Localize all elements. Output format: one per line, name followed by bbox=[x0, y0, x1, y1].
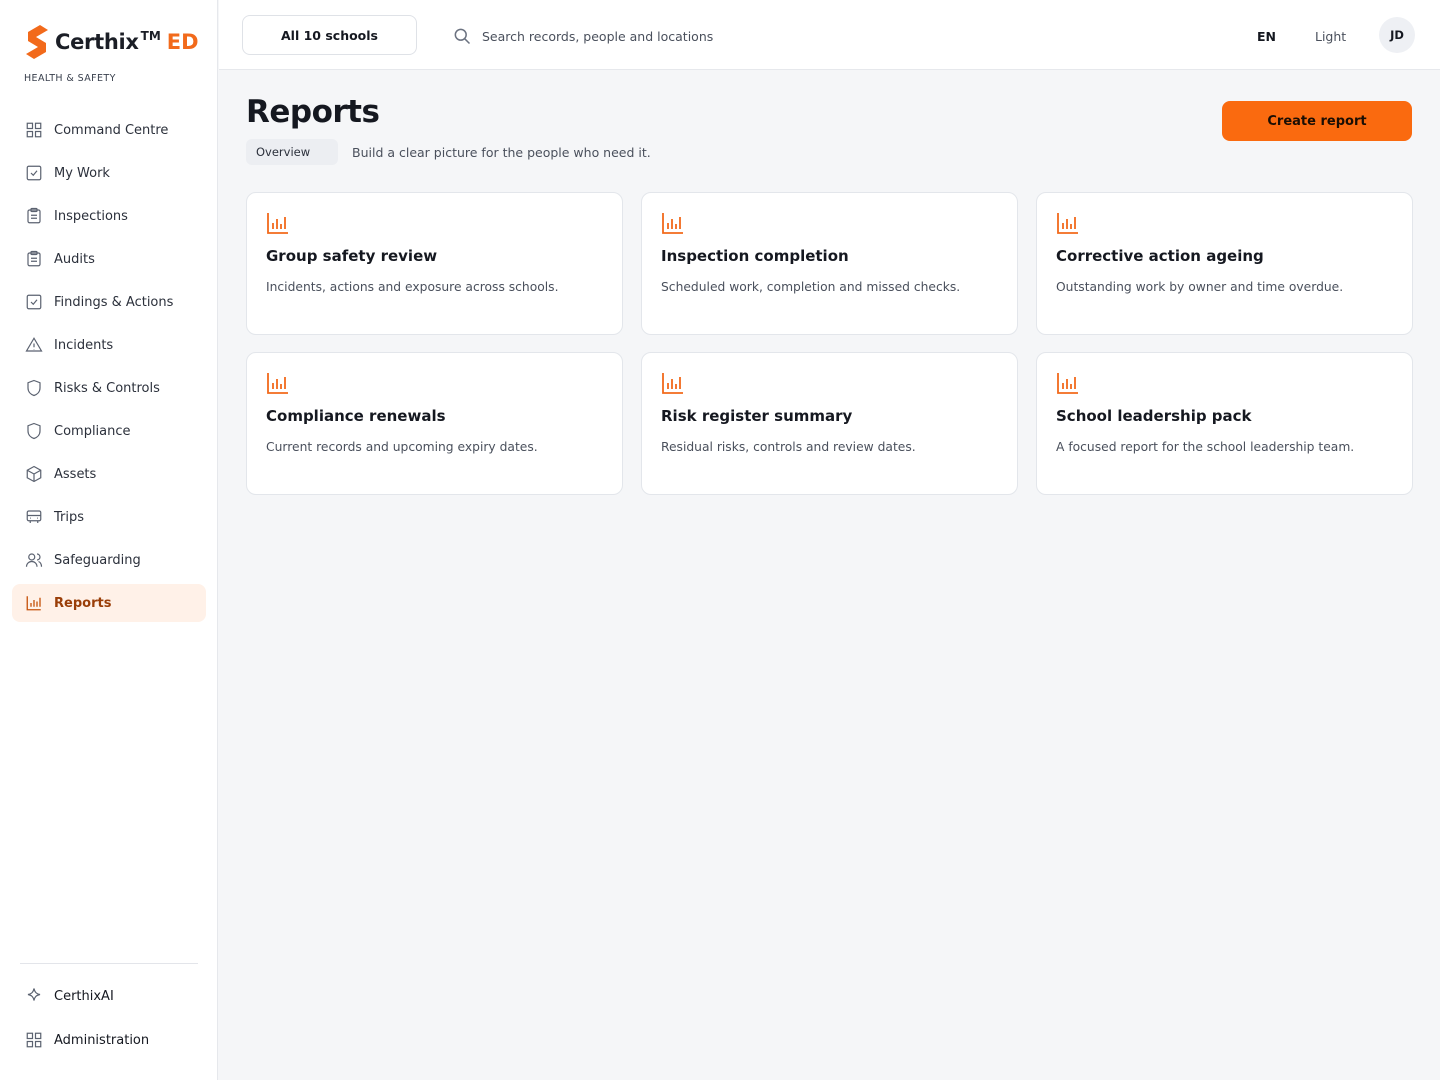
sidebar-item-assets[interactable]: Assets bbox=[12, 455, 206, 493]
sidebar-item-label: Compliance bbox=[54, 423, 131, 439]
card-title: Compliance renewals bbox=[266, 407, 446, 425]
sidebar-item-label: CerthixAI bbox=[54, 988, 114, 1004]
warning-icon bbox=[24, 335, 44, 355]
sidebar-item-label: Audits bbox=[54, 251, 95, 267]
grid-icon bbox=[24, 120, 44, 140]
sidebar-item-label: Findings & Actions bbox=[54, 294, 174, 310]
bus-icon bbox=[24, 507, 44, 527]
sidebar-bottom-nav: CerthixAI Administration bbox=[12, 976, 206, 1064]
sidebar-item-label: Incidents bbox=[54, 337, 114, 353]
brand-tagline: HEALTH & SAFETY bbox=[24, 73, 116, 84]
sparkle-icon bbox=[24, 986, 44, 1006]
card-description: Current records and upcoming expiry date… bbox=[266, 440, 538, 454]
sidebar-item-label: Safeguarding bbox=[54, 552, 141, 568]
report-card-risk-register-summary[interactable]: Risk register summary Residual risks, co… bbox=[641, 352, 1018, 495]
card-title: Corrective action ageing bbox=[1056, 247, 1264, 265]
card-title: Inspection completion bbox=[661, 247, 849, 265]
sidebar-item-reports[interactable]: Reports bbox=[12, 584, 206, 622]
language-switcher[interactable]: EN bbox=[1257, 29, 1276, 44]
sidebar-item-safeguarding[interactable]: Safeguarding bbox=[12, 541, 206, 579]
page-subtitle: Build a clear picture for the people who… bbox=[352, 145, 651, 160]
sidebar-item-label: Trips bbox=[54, 509, 85, 525]
bar-chart-icon bbox=[267, 213, 288, 234]
top-bar: All 10 schools EN Light JD bbox=[219, 0, 1440, 70]
sidebar-item-label: Risks & Controls bbox=[54, 380, 160, 396]
brand-logo[interactable]: Certhix TM ED bbox=[24, 23, 199, 61]
sidebar-item-incidents[interactable]: Incidents bbox=[12, 326, 206, 364]
sidebar: Certhix TM ED HEALTH & SAFETY Command Ce… bbox=[0, 0, 218, 1080]
sidebar-item-my-work[interactable]: My Work bbox=[12, 154, 206, 192]
page-title: Reports bbox=[246, 94, 380, 130]
sidebar-item-trips[interactable]: Trips bbox=[12, 498, 206, 536]
sidebar-item-label: My Work bbox=[54, 165, 110, 181]
avatar[interactable]: JD bbox=[1379, 17, 1415, 53]
people-icon bbox=[24, 550, 44, 570]
bar-chart-icon bbox=[662, 213, 683, 234]
search-input[interactable] bbox=[482, 28, 902, 44]
cube-icon bbox=[24, 464, 44, 484]
logo-mark-icon bbox=[26, 25, 48, 59]
report-card-group-safety-review[interactable]: Group safety review Incidents, actions a… bbox=[246, 192, 623, 335]
card-description: Outstanding work by owner and time overd… bbox=[1056, 280, 1344, 294]
sidebar-item-label: Inspections bbox=[54, 208, 128, 224]
checkbox-icon bbox=[24, 163, 44, 183]
card-title: Risk register summary bbox=[661, 407, 853, 425]
brand-suffix: ED bbox=[166, 30, 199, 54]
sidebar-item-risks-controls[interactable]: Risks & Controls bbox=[12, 369, 206, 407]
sidebar-nav: Command Centre My Work Inspections Audit… bbox=[12, 111, 206, 627]
create-report-button[interactable]: Create report bbox=[1222, 101, 1412, 141]
school-picker[interactable]: All 10 schools bbox=[242, 15, 417, 55]
bar-chart-icon bbox=[24, 593, 44, 613]
theme-toggle[interactable]: Light bbox=[1315, 29, 1346, 44]
shield-icon bbox=[24, 421, 44, 441]
report-card-inspection-completion[interactable]: Inspection completion Scheduled work, co… bbox=[641, 192, 1018, 335]
grid-icon bbox=[24, 1030, 44, 1050]
search-icon bbox=[454, 28, 471, 45]
report-card-compliance-renewals[interactable]: Compliance renewals Current records and … bbox=[246, 352, 623, 495]
clipboard-icon bbox=[24, 249, 44, 269]
sidebar-item-label: Command Centre bbox=[54, 122, 169, 138]
report-card-corrective-action-ageing[interactable]: Corrective action ageing Outstanding wor… bbox=[1036, 192, 1413, 335]
sidebar-item-label: Reports bbox=[54, 595, 112, 611]
brand-trademark: TM bbox=[140, 29, 161, 43]
bar-chart-icon bbox=[1057, 373, 1078, 394]
card-description: Residual risks, controls and review date… bbox=[661, 440, 916, 454]
bar-chart-icon bbox=[267, 373, 288, 394]
report-card-school-leadership-pack[interactable]: School leadership pack A focused report … bbox=[1036, 352, 1413, 495]
card-title: School leadership pack bbox=[1056, 407, 1252, 425]
sidebar-item-command-centre[interactable]: Command Centre bbox=[12, 111, 206, 149]
sidebar-item-compliance[interactable]: Compliance bbox=[12, 412, 206, 450]
sidebar-item-label: Administration bbox=[54, 1032, 150, 1048]
card-description: Scheduled work, completion and missed ch… bbox=[661, 280, 961, 294]
report-cards: Group safety review Incidents, actions a… bbox=[246, 192, 1413, 495]
bar-chart-icon bbox=[662, 373, 683, 394]
sidebar-item-audits[interactable]: Audits bbox=[12, 240, 206, 278]
checkbox-icon bbox=[24, 292, 44, 312]
overview-tag: Overview bbox=[246, 139, 338, 165]
sidebar-item-certhixai[interactable]: CerthixAI bbox=[12, 976, 206, 1016]
sidebar-item-inspections[interactable]: Inspections bbox=[12, 197, 206, 235]
sidebar-item-administration[interactable]: Administration bbox=[12, 1020, 206, 1060]
sidebar-divider bbox=[20, 963, 198, 964]
card-description: A focused report for the school leadersh… bbox=[1056, 440, 1355, 454]
sidebar-item-label: Assets bbox=[54, 466, 97, 482]
bar-chart-icon bbox=[1057, 213, 1078, 234]
card-title: Group safety review bbox=[266, 247, 438, 265]
brand-name: Certhix bbox=[55, 30, 139, 54]
card-description: Incidents, actions and exposure across s… bbox=[266, 280, 559, 294]
search-box bbox=[452, 25, 902, 47]
sidebar-item-findings-actions[interactable]: Findings & Actions bbox=[12, 283, 206, 321]
clipboard-icon bbox=[24, 206, 44, 226]
shield-icon bbox=[24, 378, 44, 398]
